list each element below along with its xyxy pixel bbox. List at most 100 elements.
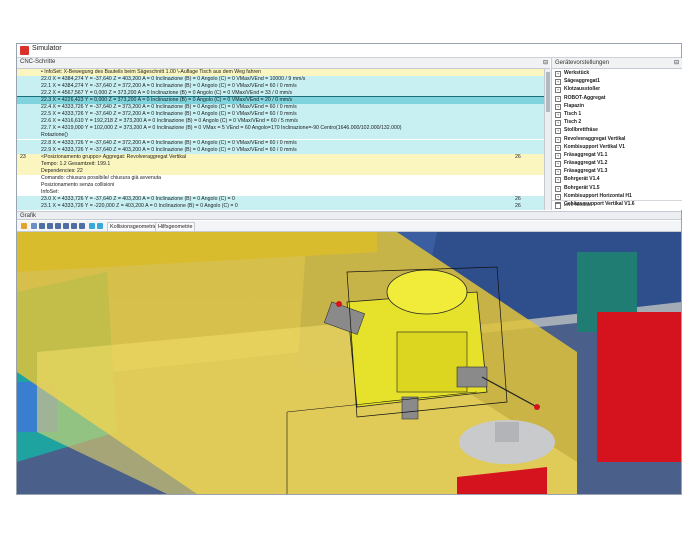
cnc-step-row[interactable]: 23.0 X = 4333,726 Y = -37,640 Z = 403,20… xyxy=(17,195,544,203)
cnc-step-row[interactable]: Tempo: 1.2 Gesamtzeit: 199.1 xyxy=(17,160,544,168)
collision-geometry-button[interactable]: Kollisionsgeometrie xyxy=(107,222,160,232)
grafik-title: Grafik xyxy=(20,213,37,219)
view-bottom-icon[interactable] xyxy=(79,223,85,229)
cnc-steps-scrollbar[interactable] xyxy=(544,69,551,210)
view-front-icon[interactable] xyxy=(39,223,45,229)
cnc-step-text: 22.7 X = 4319,000 Y = 102,000 Z = 373,20… xyxy=(41,125,402,132)
device-preset-item[interactable]: + Fräsaggregat V1.2 xyxy=(552,159,682,168)
panel-pin-icon[interactable]: ⊟ xyxy=(674,58,679,68)
cnc-step-row[interactable]: 22.0 X = 4384,274 Y = -37,640 Z = 403,20… xyxy=(17,76,544,84)
panel-pin-icon[interactable]: ⊟ xyxy=(543,59,548,66)
cnc-step-row[interactable]: • InfoSet: X-Bewegung des Bauteils beim … xyxy=(17,69,544,77)
cnc-step-tool: 26 xyxy=(515,195,521,202)
device-presets-panel: Gerätevorstellungen ⊟ + Werkstück + Sägeagg… xyxy=(551,58,682,210)
machine-scene xyxy=(17,232,681,494)
expand-icon[interactable]: + xyxy=(555,144,561,151)
view-right-icon[interactable] xyxy=(63,223,69,229)
device-preset-item[interactable]: + Werkstück xyxy=(552,69,682,77)
expand-icon[interactable]: + xyxy=(555,169,561,176)
device-preset-item[interactable]: + Tisch 2 xyxy=(552,118,682,127)
view-left-icon[interactable] xyxy=(55,223,61,229)
cnc-step-text: 22.8 X = 4333,726 Y = -37,640 Z = 372,20… xyxy=(41,139,297,146)
expand-icon[interactable]: + xyxy=(555,71,561,77)
expand-icon[interactable]: + xyxy=(555,152,561,159)
expand-icon[interactable]: + xyxy=(555,111,561,118)
expand-icon[interactable]: + xyxy=(555,103,561,110)
expand-icon[interactable]: + xyxy=(555,128,561,135)
cnc-step-text: Dependencies: 22 xyxy=(41,167,83,174)
tool-tip-left xyxy=(336,301,342,307)
device-preset-item[interactable]: + Sägeaggregat1 xyxy=(552,77,682,86)
cnc-step-row[interactable]: 22.8 X = 4333,726 Y = -37,640 Z = 372,20… xyxy=(17,139,544,147)
device-preset-item[interactable]: + Kombisupport Vertikal V1 xyxy=(552,143,682,151)
live-mode-label: Live Modus xyxy=(564,202,591,208)
device-preset-label: Sägeaggregat1 xyxy=(564,78,600,85)
device-preset-item[interactable]: + ROBOT-Aggregat xyxy=(552,94,682,102)
expand-icon[interactable]: + xyxy=(555,161,561,168)
helper-geometry-button[interactable]: Hilfsgeometrie xyxy=(155,222,196,232)
cnc-step-text: 22.9 X = 4333,726 Y = -37,640 Z = 403,20… xyxy=(41,146,297,153)
expand-icon[interactable]: + xyxy=(555,120,561,127)
zoom-in-icon[interactable] xyxy=(89,223,95,229)
cnc-step-text: Rotazione() xyxy=(41,132,68,139)
device-preset-item[interactable]: + Bohrgerät V1.4 xyxy=(552,175,682,184)
device-preset-label: Fräsaggregat V1.2 xyxy=(564,160,608,167)
live-mode-row[interactable]: Live Modus xyxy=(552,200,682,210)
device-presets-list: + Werkstück + Sägeaggregat1 + Klotzausstoßer +… xyxy=(552,69,682,208)
expand-icon[interactable]: + xyxy=(555,177,561,184)
cnc-step-row[interactable]: 22.2 X = 4567,567 Y = 0,000 Z = 373,200 … xyxy=(17,90,544,98)
cnc-step-row[interactable]: Posizionamento senza collisioni xyxy=(17,181,544,189)
tool-spindle-bottom xyxy=(401,396,419,420)
cnc-step-row[interactable]: 22.4 X = 4333,726 Y = -37,640 Z = 373,20… xyxy=(17,104,544,112)
cnc-step-tool: 26 xyxy=(515,202,521,209)
device-preset-label: Fräsaggregat V1.1 xyxy=(564,151,608,158)
cnc-step-number: 23 xyxy=(20,153,26,160)
cnc-step-text: 22.1 X = 4384,274 Y = -37,640 Z = 372,20… xyxy=(41,83,297,90)
expand-icon[interactable]: + xyxy=(555,193,561,200)
cnc-step-text: 22.6 X = 4316,610 Y = 192,218 Z = 373,20… xyxy=(41,118,298,125)
device-preset-item[interactable]: + Kombisupport Horizontal H1 xyxy=(552,192,682,200)
cnc-step-text: Comando: chiusura possibile/ chiusura gi… xyxy=(41,174,161,181)
device-preset-item[interactable]: + Stollbrettfräse xyxy=(552,126,682,135)
live-mode-checkbox[interactable] xyxy=(555,203,561,209)
view-back-icon[interactable] xyxy=(47,223,53,229)
cnc-step-row[interactable]: Comando: chiusura possibile/ chiusura gi… xyxy=(17,174,544,182)
aggregate-block xyxy=(396,331,468,393)
device-preset-item[interactable]: + Revolveraggregat Vertikal xyxy=(552,135,682,143)
view-top-icon[interactable] xyxy=(71,223,77,229)
cnc-step-row[interactable]: 22.5 X = 4333,726 Y = -37,640 Z = 372,20… xyxy=(17,111,544,119)
cnc-steps-header: CNC-Schritte ⊟ xyxy=(17,58,550,69)
expand-icon[interactable]: + xyxy=(555,136,561,143)
cnc-step-text: 22.2 X = 4567,567 Y = 0,000 Z = 373,200 … xyxy=(41,90,293,97)
cnc-step-row[interactable]: Rotazione() xyxy=(17,132,544,140)
zoom-out-icon[interactable] xyxy=(97,223,103,229)
3d-viewport[interactable] xyxy=(17,232,681,494)
device-preset-item[interactable]: + Fräsaggregat V1.1 xyxy=(552,151,682,159)
expand-icon[interactable]: + xyxy=(555,87,561,94)
expand-icon[interactable]: + xyxy=(555,79,561,86)
device-preset-item[interactable]: + Flapazin xyxy=(552,102,682,110)
device-preset-item[interactable]: + Bohrgerät V1.5 xyxy=(552,184,682,192)
cnc-step-row[interactable]: 22.3 X = 4226,423 Y = 0,000 Z = 373,200 … xyxy=(17,96,545,106)
cnc-step-row[interactable]: 23 <Posizionamento gruppo> Aggregat: Revo… xyxy=(17,153,544,161)
cnc-step-row[interactable]: InfoSet: xyxy=(17,188,544,196)
cnc-step-text: • InfoSet: X-Bewegung des Bauteils beim … xyxy=(41,69,262,75)
cnc-step-row[interactable]: 22.1 X = 4384,274 Y = -37,640 Z = 372,20… xyxy=(17,83,544,91)
device-preset-item[interactable]: + Klotzausstoßer xyxy=(552,85,682,94)
cnc-step-row[interactable]: 22.9 X = 4333,726 Y = -37,640 Z = 403,20… xyxy=(17,146,544,154)
cnc-step-row[interactable]: 22.6 X = 4316,610 Y = 192,218 Z = 373,20… xyxy=(17,118,544,126)
expand-icon[interactable]: + xyxy=(555,185,561,192)
cnc-step-row[interactable]: 23.1 X = 4333,726 Y = -220,000 Z = 403,2… xyxy=(17,202,544,210)
scrollbar-thumb[interactable] xyxy=(546,72,550,112)
device-preset-item[interactable]: + Tisch 1 xyxy=(552,110,682,118)
device-preset-item[interactable]: + Fräsaggregat V1.3 xyxy=(552,167,682,176)
expand-icon[interactable]: + xyxy=(555,95,561,102)
grafik-toolbar: Kollisionsgeometrie Hilfsgeometrie xyxy=(17,221,681,232)
cnc-step-text: Tempo: 1.2 Gesamtzeit: 199.1 xyxy=(41,160,111,167)
cnc-step-row[interactable]: 22.7 X = 4319,000 Y = 102,000 Z = 373,20… xyxy=(17,125,544,133)
device-preset-label: Revolveraggregat Vertikal xyxy=(564,135,626,142)
cnc-step-row[interactable]: Dependencies: 22 xyxy=(17,167,544,175)
grafik-header: Grafik xyxy=(17,211,681,220)
home-view-icon[interactable] xyxy=(31,223,37,229)
cursor-icon[interactable] xyxy=(21,223,27,229)
